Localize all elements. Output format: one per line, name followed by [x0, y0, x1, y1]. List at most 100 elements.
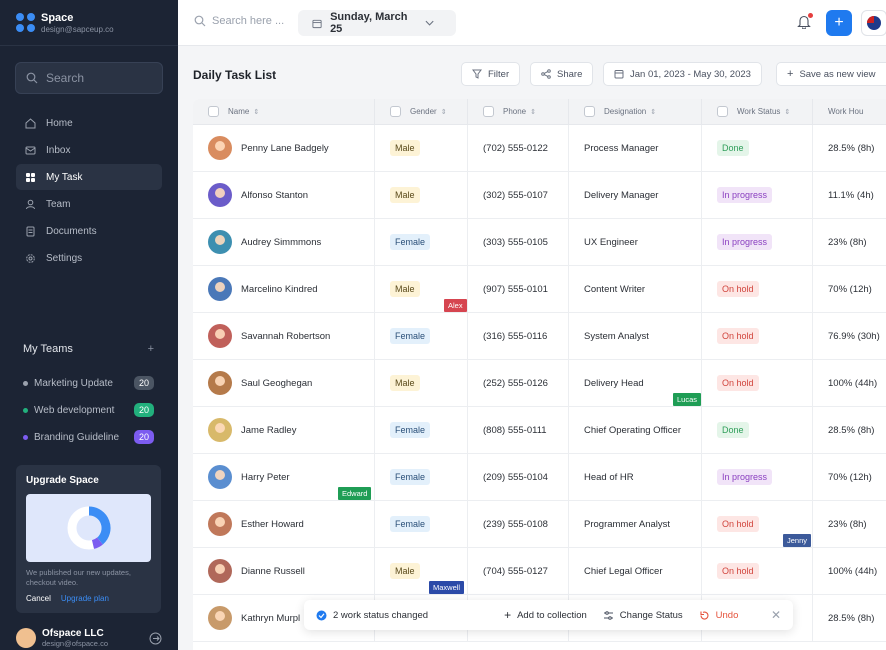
user-email: design@ofspace.co: [42, 639, 108, 648]
sidebar-item-my-task[interactable]: My Task: [16, 164, 162, 190]
team-item-web-development[interactable]: Web development 20: [23, 403, 154, 417]
add-to-collection-button[interactable]: + Add to collection: [504, 608, 587, 622]
designation: Chief Legal Officer: [584, 565, 663, 577]
status-badge[interactable]: In progress: [717, 234, 773, 250]
notifications-button[interactable]: [797, 13, 813, 34]
cell-name: Alfonso Stanton: [193, 171, 375, 219]
change-status-button[interactable]: Change Status: [603, 610, 683, 621]
close-icon[interactable]: ✕: [771, 608, 781, 622]
sidebar-item-label: Team: [46, 198, 71, 210]
column-checkbox[interactable]: [390, 106, 401, 117]
sidebar-search-input[interactable]: Search: [15, 62, 163, 94]
add-team-icon[interactable]: +: [148, 343, 154, 355]
cell-work-status[interactable]: On hold: [702, 312, 813, 360]
status-badge[interactable]: On hold: [717, 516, 759, 532]
cell-gender: Male: [375, 124, 468, 172]
column-header-gender[interactable]: Gender ⇕: [375, 99, 468, 125]
cell-name: Dianne Russell: [193, 547, 375, 595]
cell-work-status[interactable]: On hold: [702, 265, 813, 313]
table-row[interactable]: Harry Peter Female (209) 555-0104 Head of H…: [193, 453, 886, 501]
cell-work-status[interactable]: In progress: [702, 171, 813, 219]
top-search-input[interactable]: Search here ...: [194, 15, 284, 27]
filter-button[interactable]: Filter: [461, 62, 521, 86]
status-badge[interactable]: Done: [717, 422, 749, 438]
upgrade-description: We published our new updates, checkout v…: [26, 568, 131, 587]
team-dot: [23, 380, 28, 386]
page-title: Daily Task List: [193, 68, 277, 82]
cell-designation: Chief Legal Officer: [569, 547, 702, 595]
logout-icon[interactable]: [149, 632, 162, 645]
cell-phone: (239) 555-0108: [468, 500, 569, 548]
sidebar-item-team[interactable]: Team: [16, 191, 162, 217]
column-checkbox[interactable]: [483, 106, 494, 117]
gender-badge: Female: [390, 422, 431, 438]
cell-work-hours: 23% (8h): [813, 219, 886, 266]
sidebar-item-documents[interactable]: Documents: [16, 218, 162, 244]
phone-number: (808) 555-0111: [483, 424, 547, 436]
sidebar-item-inbox[interactable]: Inbox: [16, 137, 162, 163]
topbar: Search here ... Sunday, March 25 +: [178, 0, 886, 46]
column-header-work-hours[interactable]: Work Hou: [813, 99, 886, 125]
share-button[interactable]: Share: [530, 62, 594, 86]
status-badge[interactable]: Done: [717, 140, 749, 156]
column-header-name[interactable]: Name ⇕: [193, 99, 375, 125]
sort-icon: ⇕: [253, 108, 260, 116]
table-row[interactable]: Alfonso Stanton Male (302) 555-0107 Deliver…: [193, 171, 886, 219]
select-all-checkbox[interactable]: [208, 106, 219, 117]
table-row[interactable]: Savannah Robertson Female (316) 555-0116 Sy…: [193, 312, 886, 360]
search-icon: [26, 72, 38, 84]
status-badge[interactable]: On hold: [717, 281, 759, 297]
cell-work-status[interactable]: In progress: [702, 218, 813, 266]
team-item-marketing[interactable]: Marketing Update 20: [23, 376, 154, 390]
column-checkbox[interactable]: [717, 106, 728, 117]
add-button[interactable]: +: [826, 10, 852, 36]
table-row[interactable]: Dianne Russell Male (704) 555-0127 Chief Le…: [193, 547, 886, 595]
column-checkbox[interactable]: [584, 106, 595, 117]
phone-number: (316) 555-0116: [483, 330, 548, 342]
share-label: Share: [557, 68, 583, 80]
table-row[interactable]: Penny Lane Badgely Male (702) 555-0122 Proc…: [193, 124, 886, 172]
date-picker[interactable]: Sunday, March 25: [298, 10, 456, 36]
sidebar-item-home[interactable]: Home: [16, 110, 162, 136]
language-selector[interactable]: [861, 10, 886, 36]
status-badge[interactable]: In progress: [717, 469, 773, 485]
avatar: [208, 277, 232, 301]
status-badge[interactable]: On hold: [717, 328, 759, 344]
save-view-button[interactable]: + Save as new view: [776, 62, 886, 86]
column-label: Work Hou: [828, 107, 864, 116]
workspace-switcher[interactable]: Space design@sapceup.co: [0, 0, 178, 46]
upgrade-cancel-button[interactable]: Cancel: [26, 594, 51, 603]
status-badge[interactable]: On hold: [717, 375, 759, 391]
cell-work-status[interactable]: On hold: [702, 547, 813, 595]
upgrade-plan-button[interactable]: Upgrade plan: [61, 594, 109, 603]
team-item-branding[interactable]: Branding Guideline 20: [23, 430, 154, 444]
table-row[interactable]: Saul Geoghegan Male (252) 555-0126 Delivery…: [193, 359, 886, 407]
cell-phone: (316) 555-0116: [468, 312, 569, 360]
check-circle-icon: [316, 610, 327, 620]
column-header-work-status[interactable]: Work Status ⇕: [702, 99, 813, 125]
column-header-phone[interactable]: Phone ⇕: [468, 99, 569, 125]
sidebar-item-settings[interactable]: Settings: [16, 245, 162, 271]
plus-icon: +: [834, 14, 844, 31]
table-row[interactable]: Jame Radley Female (808) 555-0111 Chief Ope…: [193, 406, 886, 454]
document-icon: [24, 225, 36, 237]
phone-number: (302) 555-0107: [483, 189, 548, 201]
date-range-picker[interactable]: Jan 01, 2023 - May 30, 2023: [603, 62, 762, 86]
table-row[interactable]: Marcelino Kindred Male (907) 555-0101 Conte…: [193, 265, 886, 313]
sidebar-item-label: Home: [46, 117, 73, 129]
cell-work-hours: 28.5% (8h): [813, 595, 886, 642]
table-row[interactable]: Audrey Simmmons Female (303) 555-0105 UX En…: [193, 218, 886, 266]
user-account[interactable]: Ofspace LLC design@ofspace.co: [16, 628, 162, 648]
user-icon: [24, 198, 36, 210]
status-badge[interactable]: On hold: [717, 563, 759, 579]
cell-work-status[interactable]: In progress: [702, 453, 813, 501]
cell-work-status[interactable]: On hold: [702, 359, 813, 407]
cell-work-status[interactable]: Done: [702, 124, 813, 172]
cell-name: Savannah Robertson: [193, 312, 375, 360]
gender-badge: Female: [390, 328, 431, 344]
undo-button[interactable]: Undo: [699, 610, 738, 621]
column-header-designation[interactable]: Designation ⇕: [569, 99, 702, 125]
cell-work-status[interactable]: Done: [702, 406, 813, 454]
cell-phone: (252) 555-0126: [468, 359, 569, 407]
status-badge[interactable]: In progress: [717, 187, 773, 203]
